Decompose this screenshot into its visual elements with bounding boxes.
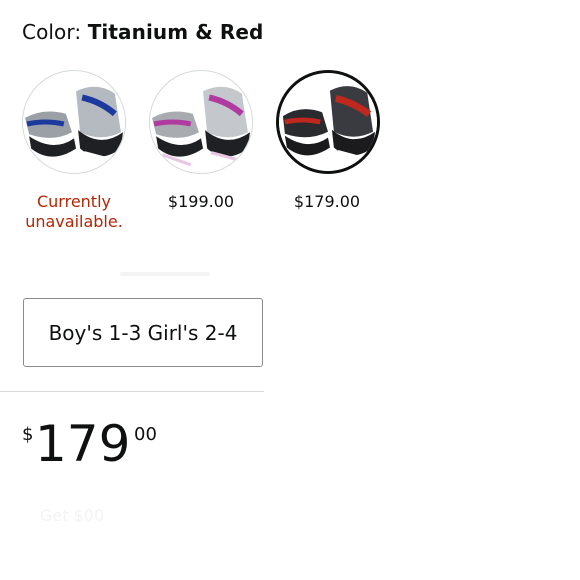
shoe-image-blue: [23, 71, 125, 173]
shoe-image-red: [279, 73, 377, 171]
swatch-price-purple: $199.00: [167, 192, 235, 211]
color-swatch-red[interactable]: [276, 70, 380, 174]
size-selector-value: Boy's 1-3 Girl's 2-4: [48, 320, 238, 345]
color-swatch-blue[interactable]: [22, 70, 126, 174]
faded-divider: [120, 272, 210, 276]
color-swatch-purple[interactable]: [149, 70, 253, 174]
color-label: Color:: [22, 20, 82, 44]
price-fraction: 00: [134, 424, 157, 445]
swatch-status-unavailable: Currently unavailable.: [25, 192, 123, 231]
price-currency-symbol: $: [22, 424, 34, 445]
price-whole: 179: [35, 415, 131, 473]
faded-promo-text: Get $00: [40, 506, 105, 525]
swatch-price-red: $179.00: [293, 192, 361, 211]
section-divider: [0, 391, 264, 392]
color-selector-label: Color: Titanium & Red: [22, 20, 263, 44]
shoe-image-purple: [150, 71, 252, 173]
size-selector-button[interactable]: Boy's 1-3 Girl's 2-4: [23, 298, 263, 367]
selected-color: Titanium & Red: [87, 20, 264, 44]
